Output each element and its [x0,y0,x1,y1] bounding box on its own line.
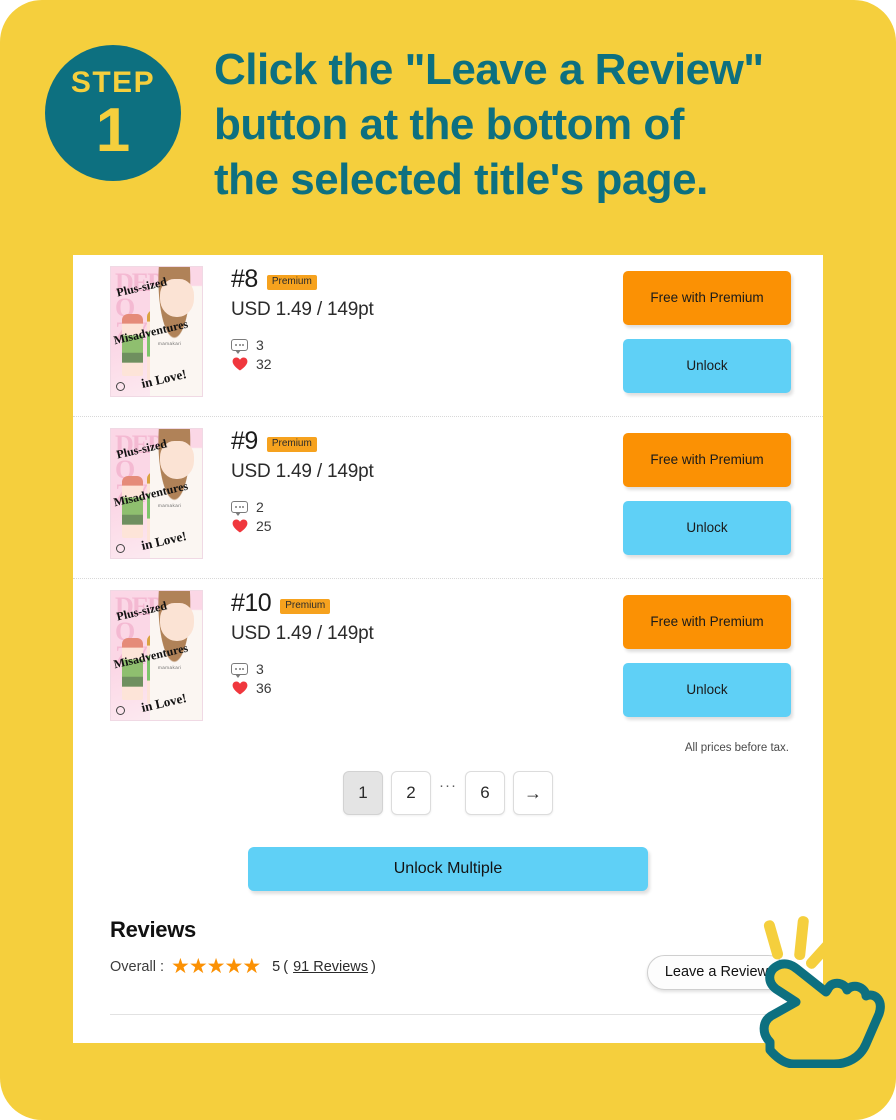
instruction-poster: STEP 1 Click the "Leave a Review" button… [0,0,896,1120]
comment-count: 3 [256,660,264,677]
step-badge: STEP 1 [45,45,181,181]
page-button-1[interactable]: 1 [343,771,383,815]
header: STEP 1 Click the "Leave a Review" button… [0,0,896,240]
chapter-stats: 3 32 [231,335,623,373]
step-word: STEP [70,66,156,99]
headline-line-3: the selected title's page. [214,155,708,204]
review-count-link[interactable]: 91 Reviews [293,959,368,975]
unlock-button[interactable]: Unlock [623,339,791,393]
like-count: 32 [256,355,272,372]
manga-cover-thumbnail[interactable]: DEPOZY Plus-sized Misadventures in Love!… [110,428,203,559]
like-count: 25 [256,517,272,534]
table-row[interactable]: DEPOZY Plus-sized Misadventures in Love!… [73,579,823,741]
heart-icon [231,518,248,533]
table-row[interactable]: DEPOZY Plus-sized Misadventures in Love!… [73,417,823,579]
free-with-premium-button[interactable]: Free with Premium [623,433,791,487]
cover-artist-name: mamakari [158,665,182,670]
chapter-info: #8 Premium USD 1.49 / 149pt 3 32 [203,263,623,373]
chapter-heading: #10 Premium [231,589,623,618]
status-badge: Premium [266,275,317,290]
unlock-button[interactable]: Unlock [623,663,791,717]
page-button-last[interactable]: 6 [465,771,505,815]
heart-icon [231,680,248,695]
chapter-price: USD 1.49 / 149pt [231,461,374,482]
chapter-number: #9 [231,427,258,455]
headline-line-1: Click the "Leave a Review" [214,45,764,94]
unlock-button[interactable]: Unlock [623,501,791,555]
chapter-list: DEPOZY Plus-sized Misadventures in Love!… [73,255,823,741]
chapter-number: #10 [231,589,272,617]
screenshot-card: DEPOZY Plus-sized Misadventures in Love!… [73,255,823,1043]
headline-line-2: button at the bottom of [214,100,684,149]
next-page-arrow-icon[interactable]: → [513,771,553,815]
chapter-info: #9 Premium USD 1.49 / 149pt 2 25 [203,425,623,535]
like-stat: 25 [231,516,623,535]
divider [110,1014,786,1015]
page-button-2[interactable]: 2 [391,771,431,815]
status-badge: Premium [280,599,331,614]
comment-icon [231,500,248,516]
tax-note: All prices before tax. [684,742,789,754]
chapter-stats: 3 36 [231,659,623,697]
rating-score: 5 [272,958,281,975]
chapter-price: USD 1.49 / 149pt [231,299,374,320]
comment-count: 3 [256,336,264,353]
comment-stat: 2 [231,497,623,516]
heart-icon [231,356,248,371]
table-row[interactable]: DEPOZY Plus-sized Misadventures in Love!… [73,255,823,417]
chapter-actions: Free with Premium Unlock [623,425,791,555]
cover-artist-name: mamakari [158,341,182,346]
like-count: 36 [256,679,272,696]
like-stat: 36 [231,678,623,697]
manga-cover-thumbnail[interactable]: DEPOZY Plus-sized Misadventures in Love!… [110,590,203,721]
cover-mark-icon [116,544,125,553]
star-icon: ★ [224,955,243,978]
free-with-premium-button[interactable]: Free with Premium [623,271,791,325]
unlock-multiple-button[interactable]: Unlock Multiple [248,847,648,891]
chapter-stats: 2 25 [231,497,623,535]
manga-cover-thumbnail[interactable]: DEPOZY Plus-sized Misadventures in Love!… [110,266,203,397]
comment-stat: 3 [231,659,623,678]
comment-icon [231,338,248,354]
open-paren: ( [283,958,289,975]
chapter-number: #8 [231,265,258,293]
star-icon: ★ [171,955,190,978]
star-rating: ★ ★ ★ ★ ★ [171,955,261,978]
cover-mark-icon [116,382,125,391]
step-number: 1 [95,96,131,165]
star-icon: ★ [206,955,226,978]
comment-icon [231,662,248,678]
chapter-actions: Free with Premium Unlock [623,587,791,717]
cover-mark-icon [116,706,125,715]
overall-label: Overall : [110,958,164,975]
chapter-info: #10 Premium USD 1.49 / 149pt 3 36 [203,587,623,697]
comment-stat: 3 [231,335,623,354]
chapter-price: USD 1.49 / 149pt [231,623,374,644]
close-paren: ) [371,958,376,975]
leave-a-review-button[interactable]: Leave a Review [646,955,786,990]
like-stat: 32 [231,354,623,373]
chapter-actions: Free with Premium Unlock [623,263,791,393]
star-icon: ★ [188,955,208,978]
cover-artist-name: mamakari [158,503,182,508]
page-title: Click the "Leave a Review" button at the… [214,42,874,207]
page-ellipsis: ··· [439,777,457,794]
status-badge: Premium [266,437,317,452]
star-icon: ★ [242,955,261,978]
chapter-heading: #9 Premium [231,427,623,456]
chapter-heading: #8 Premium [231,265,623,294]
pagination: 1 2 ··· 6 → [73,771,823,815]
comment-count: 2 [256,498,264,515]
free-with-premium-button[interactable]: Free with Premium [623,595,791,649]
reviews-heading: Reviews [110,917,196,942]
